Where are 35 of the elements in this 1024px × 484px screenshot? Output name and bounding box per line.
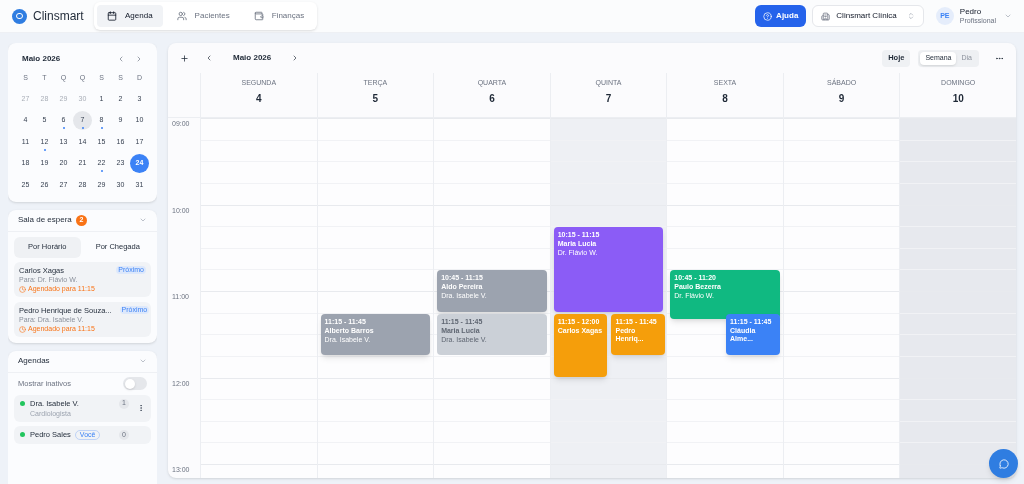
previous-icon[interactable] bbox=[205, 54, 213, 62]
building-icon bbox=[821, 11, 831, 21]
next-icon[interactable] bbox=[135, 55, 143, 63]
nav-tab[interactable]: Agenda bbox=[97, 5, 163, 27]
section-title: Sala de espera bbox=[18, 214, 72, 226]
chat-icon bbox=[998, 458, 1009, 469]
more-icon[interactable] bbox=[137, 404, 145, 413]
nav-tab[interactable]: Pacientes bbox=[166, 5, 240, 27]
updown-chevron-icon bbox=[906, 12, 915, 20]
clock-icon bbox=[19, 325, 26, 333]
chevron-down-icon[interactable] bbox=[139, 216, 147, 224]
day-number: 6 bbox=[489, 91, 495, 106]
day-number: 9 bbox=[838, 91, 845, 106]
chevron-down-icon[interactable] bbox=[1004, 12, 1012, 20]
wallet-icon bbox=[253, 11, 264, 21]
previous-icon[interactable] bbox=[117, 55, 125, 63]
section-title: Agendas bbox=[18, 355, 50, 368]
day-number: 5 bbox=[372, 91, 379, 106]
help-icon bbox=[763, 11, 773, 21]
clinic-selector[interactable]: Clinsmart Clínica bbox=[812, 5, 924, 27]
users-icon bbox=[176, 11, 187, 21]
logo-icon bbox=[12, 8, 27, 24]
help-button[interactable]: Ajuda bbox=[755, 5, 807, 27]
day-number: 4 bbox=[256, 91, 262, 106]
period-title: Maio 2026 bbox=[233, 52, 272, 64]
day-number: 10 bbox=[952, 91, 964, 106]
calendar-icon bbox=[107, 11, 117, 21]
brand-name: Clinsmart bbox=[33, 8, 84, 25]
day-number: 7 bbox=[605, 91, 612, 106]
user-name: Pedro bbox=[959, 8, 983, 16]
day-number: 8 bbox=[722, 91, 728, 106]
month-title: Maio 2026 bbox=[22, 53, 61, 65]
add-icon[interactable] bbox=[180, 53, 189, 63]
clock-icon bbox=[19, 285, 26, 293]
nav-tab[interactable]: Finanças bbox=[243, 5, 315, 27]
